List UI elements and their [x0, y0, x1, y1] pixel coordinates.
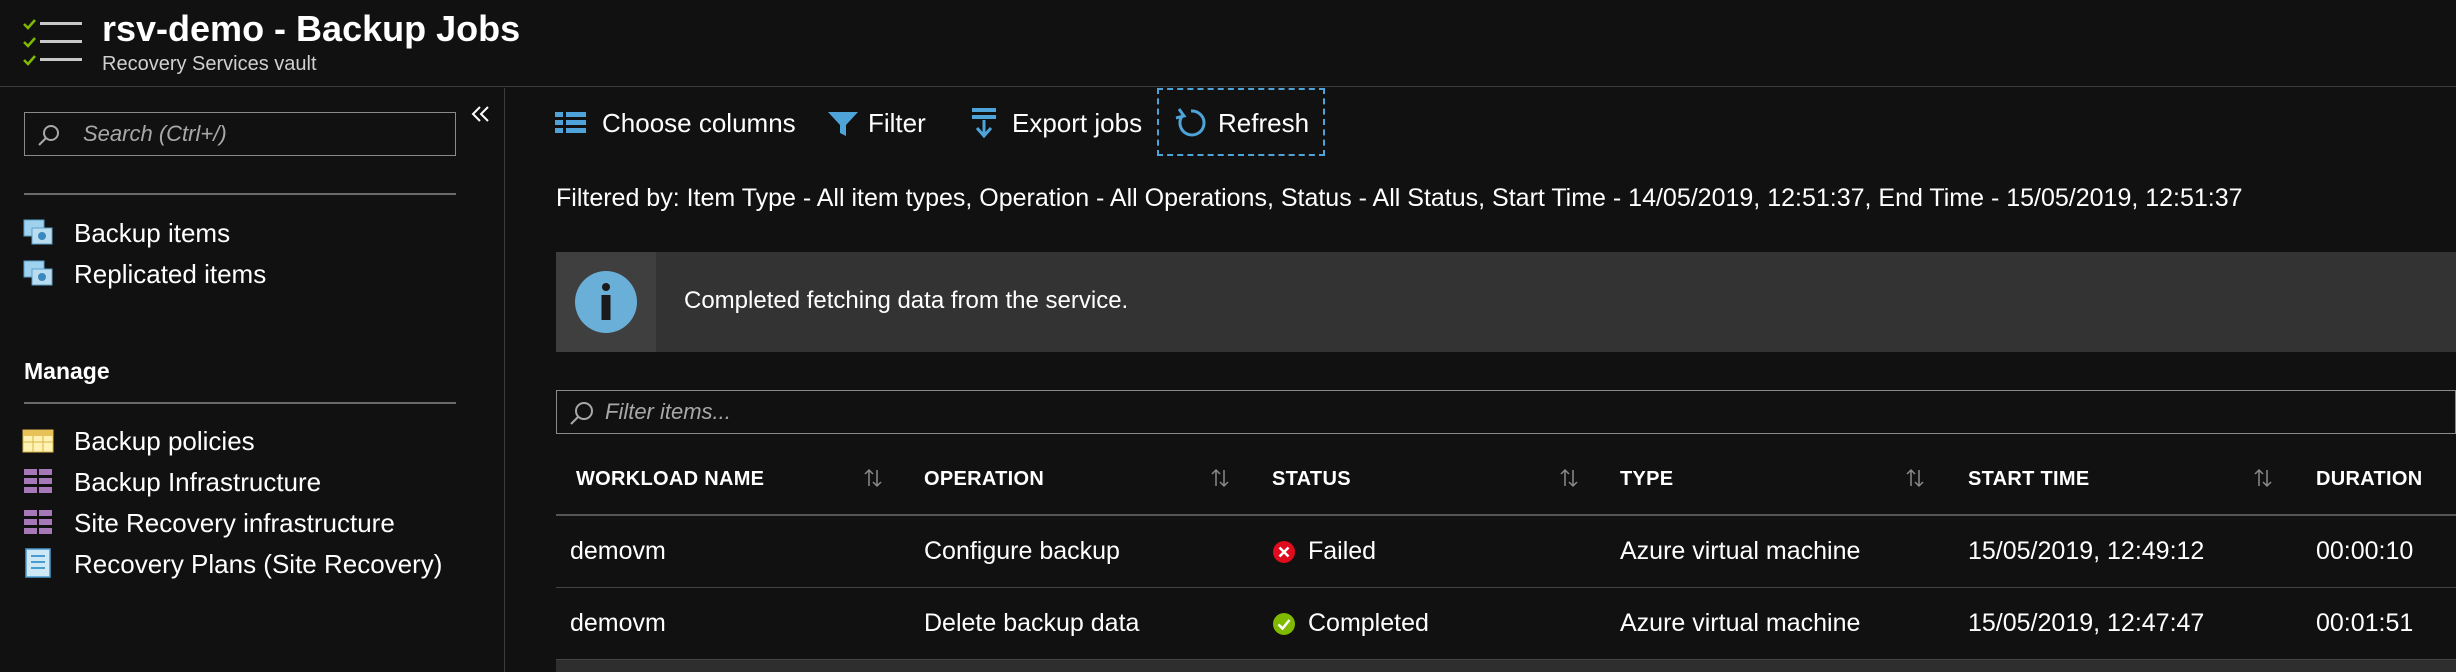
page-subtitle: Recovery Services vault: [102, 53, 317, 75]
column-header-label: STATUS: [1272, 468, 1351, 490]
error-circle-icon: [1273, 541, 1295, 563]
cell-start-time: 15/05/2019, 12:49:12: [1968, 537, 2205, 565]
sort-icon: [864, 468, 882, 488]
cell-workload-name: demovm: [570, 609, 666, 637]
sidebar-divider: [24, 402, 456, 404]
cell-status: Completed: [1308, 609, 1429, 637]
column-header-start-time[interactable]: START TIME: [1948, 444, 2288, 516]
backup-jobs-list-icon: [23, 19, 82, 66]
grid-header-row: WORKLOAD NAME OPERATION STATUS TYPE STAR…: [556, 444, 2456, 516]
cell-type: Azure virtual machine: [1620, 609, 1861, 637]
filter-items-input[interactable]: [605, 397, 1405, 427]
sidebar-item-recovery-plans[interactable]: Recovery Plans (Site Recovery): [22, 541, 482, 585]
table-row[interactable]: demovm Delete backup data Completed Azur…: [556, 588, 2456, 660]
cell-status: Failed: [1308, 537, 1377, 565]
column-header-label: TYPE: [1620, 468, 1674, 490]
filter-funnel-icon: [828, 112, 858, 136]
recovery-plans-icon: [25, 548, 51, 578]
backup-infrastructure-icon: [24, 469, 52, 493]
filter-summary-text: Filtered by: Item Type - All item types,…: [556, 184, 2243, 212]
jobs-grid: WORKLOAD NAME OPERATION STATUS TYPE STAR…: [556, 444, 2456, 672]
table-row[interactable]: demovm Configure backup Failed Azure vir…: [556, 516, 2456, 588]
column-header-type[interactable]: TYPE: [1600, 444, 1940, 516]
page-header: rsv-demo - Backup Jobs Recovery Services…: [0, 0, 2456, 87]
sidebar-search[interactable]: [24, 112, 456, 156]
check-circle-icon: [1273, 613, 1295, 635]
cell-duration: 00:00:10: [2316, 537, 2414, 565]
sidebar-search-input[interactable]: [83, 119, 443, 149]
sidebar-item-label: Recovery Plans (Site Recovery): [74, 549, 443, 579]
backup-items-icon: [23, 219, 53, 245]
page-title: rsv-demo - Backup Jobs: [102, 8, 521, 49]
main-content: Choose columns Filter Export jobs Refres…: [506, 88, 2456, 672]
site-recovery-infrastructure-icon: [24, 510, 52, 534]
filter-button[interactable]: Filter: [826, 88, 936, 158]
cell-type: Azure virtual machine: [1620, 537, 1861, 565]
sidebar-item-label: Site Recovery infrastructure: [74, 508, 395, 538]
sidebar: Backup items Replicated items Manage Bac…: [0, 88, 505, 672]
cell-operation: Configure backup: [924, 537, 1120, 565]
collapse-sidebar-button[interactable]: [468, 102, 494, 128]
sort-icon: [1211, 468, 1229, 488]
refresh-icon: [1175, 108, 1206, 137]
sort-icon: [1560, 468, 1578, 488]
sidebar-item-label: Backup policies: [74, 426, 255, 456]
info-banner-message: Completed fetching data from the service…: [684, 287, 1129, 314]
info-icon: [575, 271, 637, 333]
export-icon: [972, 108, 996, 139]
choose-columns-button[interactable]: Choose columns: [554, 88, 796, 158]
sidebar-item-site-recovery-infrastructure[interactable]: Site Recovery infrastructure: [22, 500, 482, 544]
sidebar-item-backup-items[interactable]: Backup items: [22, 210, 482, 254]
sidebar-item-label: Backup Infrastructure: [74, 467, 322, 497]
sidebar-item-label: Replicated items: [74, 259, 267, 289]
table-row-partial[interactable]: [556, 660, 2456, 672]
column-header-duration[interactable]: DURATION: [2296, 444, 2456, 516]
replicated-items-icon: [23, 260, 53, 286]
cell-start-time: 15/05/2019, 12:47:47: [1968, 609, 2205, 637]
cell-workload-name: demovm: [570, 537, 666, 565]
sidebar-item-replicated-items[interactable]: Replicated items: [22, 251, 482, 295]
sidebar-divider: [24, 193, 456, 195]
info-banner: Completed fetching data from the service…: [556, 252, 2456, 352]
column-header-label: WORKLOAD NAME: [576, 468, 765, 490]
manage-section-label: Manage: [24, 358, 110, 384]
export-jobs-button[interactable]: Export jobs: [968, 88, 1148, 158]
column-header-label: DURATION: [2316, 468, 2423, 490]
sort-icon: [2254, 468, 2272, 488]
filter-label: Filter: [868, 108, 926, 138]
search-icon: [570, 402, 593, 425]
sort-icon: [1906, 468, 1924, 488]
double-chevron-left-icon: [471, 106, 489, 122]
refresh-label: Refresh: [1218, 108, 1310, 138]
choose-columns-label: Choose columns: [602, 108, 796, 138]
column-header-workload-name[interactable]: WORKLOAD NAME: [556, 444, 896, 516]
column-header-label: OPERATION: [924, 468, 1045, 490]
cell-duration: 00:01:51: [2316, 609, 2414, 637]
sidebar-item-backup-policies[interactable]: Backup policies: [22, 418, 482, 462]
filter-items-box[interactable]: [556, 390, 2456, 434]
refresh-button[interactable]: Refresh: [1174, 88, 1324, 158]
backup-policies-icon: [22, 429, 54, 453]
search-icon: [38, 125, 59, 146]
columns-icon: [555, 112, 586, 133]
sidebar-item-backup-infrastructure[interactable]: Backup Infrastructure: [22, 459, 482, 503]
export-jobs-label: Export jobs: [1012, 108, 1143, 138]
column-header-label: START TIME: [1968, 468, 2090, 490]
cell-operation: Delete backup data: [924, 609, 1140, 637]
column-header-status[interactable]: STATUS: [1252, 444, 1592, 516]
sidebar-item-label: Backup items: [74, 218, 231, 248]
column-header-operation[interactable]: OPERATION: [904, 444, 1244, 516]
